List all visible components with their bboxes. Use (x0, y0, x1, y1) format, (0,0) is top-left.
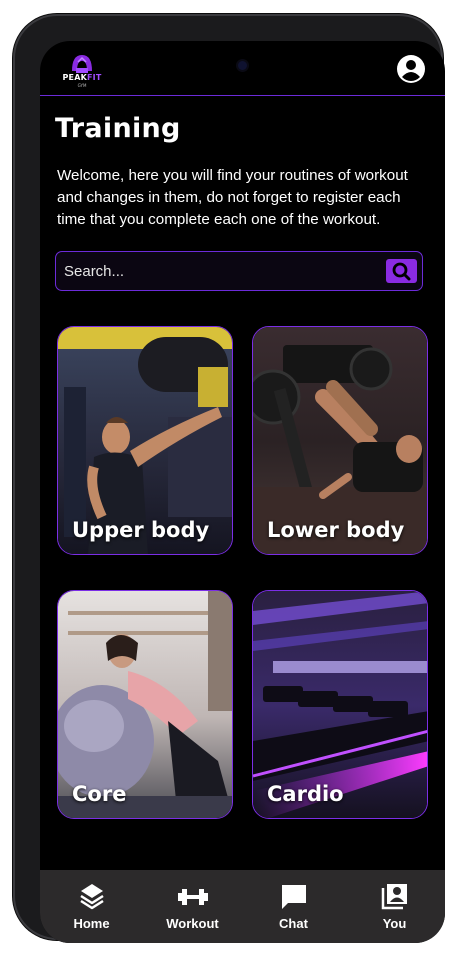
app-header: PEAKFIT GYM (40, 41, 445, 96)
category-card-core[interactable]: Core (57, 590, 233, 819)
category-label: Lower body (267, 518, 405, 542)
nav-label: Workout (166, 916, 219, 931)
nav-label: You (382, 916, 407, 931)
nav-item-workout[interactable]: Workout (142, 870, 243, 943)
search-input[interactable] (64, 258, 374, 284)
account-circle-icon (397, 55, 425, 83)
search-bar (55, 251, 423, 291)
page-title: Training (55, 113, 181, 144)
bottom-nav: Home Workout Chat You (40, 870, 445, 943)
category-label: Upper body (72, 518, 210, 542)
category-label: Core (72, 782, 127, 806)
nav-item-you[interactable]: You (344, 870, 445, 943)
nav-item-chat[interactable]: Chat (243, 870, 344, 943)
search-icon (392, 262, 411, 281)
phone-frame: PEAKFIT GYM Training Welcome, here you w… (13, 14, 445, 943)
chat-icon (281, 885, 306, 909)
app-screen: PEAKFIT GYM Training Welcome, here you w… (40, 41, 445, 943)
search-button[interactable] (386, 259, 417, 283)
brand-sub: GYM (77, 83, 87, 88)
profile-button[interactable] (396, 54, 426, 84)
category-card-upper-body[interactable]: Upper body (57, 326, 233, 555)
contacts-icon (381, 884, 407, 910)
layers-icon (79, 884, 104, 910)
nav-label: Home (73, 916, 110, 931)
brand-logo[interactable]: PEAKFIT GYM (58, 51, 106, 91)
nav-label: Chat (279, 916, 308, 931)
brand-name: PEAKFIT (62, 73, 102, 82)
category-card-cardio[interactable]: Cardio (252, 590, 428, 819)
nav-item-home[interactable]: Home (41, 870, 142, 943)
dumbbell-icon (177, 889, 208, 905)
intro-text: Welcome, here you will find your routine… (57, 167, 408, 228)
category-label: Cardio (267, 782, 344, 806)
category-card-lower-body[interactable]: Lower body (252, 326, 428, 555)
peakfit-logo-icon (72, 55, 92, 73)
